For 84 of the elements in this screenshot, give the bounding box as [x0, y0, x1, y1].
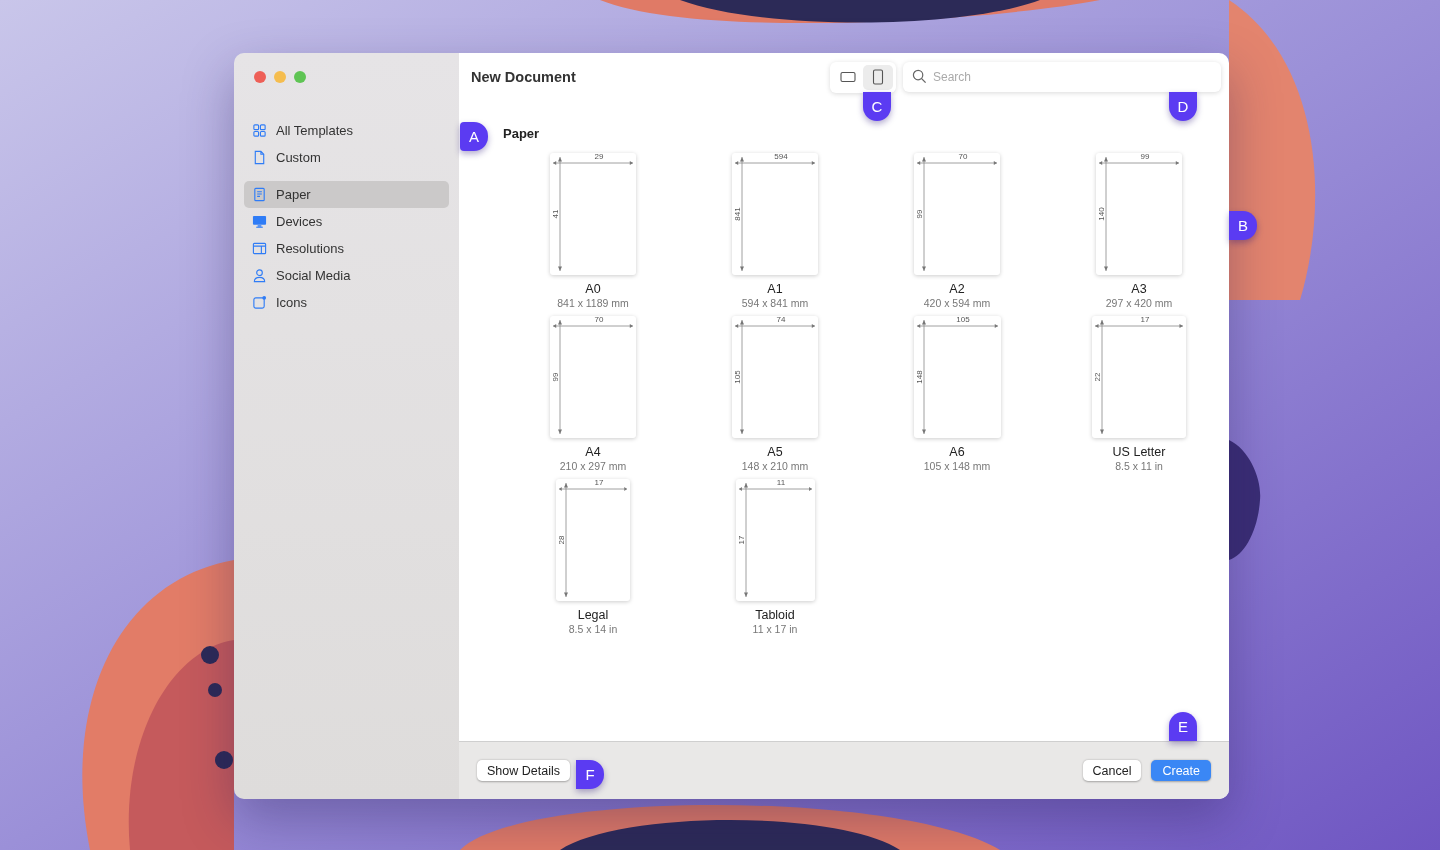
template-size: 8.5 x 14 in — [568, 623, 618, 635]
template-name: A2 — [949, 282, 965, 296]
callout-badge: D — [1169, 92, 1197, 121]
search-field[interactable]: Search — [903, 62, 1221, 92]
page-icon — [252, 187, 267, 202]
paper-thumbnail[interactable]: 74 105 — [732, 316, 818, 438]
template-size: 105 x 148 mm — [923, 460, 991, 472]
paper-thumbnail[interactable]: 70 99 — [550, 316, 636, 438]
template-size: 11 x 17 in — [752, 623, 798, 635]
sidebar-item[interactable]: Paper — [244, 181, 449, 208]
cancel-button[interactable]: Cancel — [1082, 760, 1142, 781]
paper-thumbnail[interactable]: 11 17 — [735, 479, 815, 601]
sidebar-item[interactable]: Custom — [244, 144, 449, 171]
person-icon — [252, 268, 267, 283]
template-name: A4 — [585, 445, 601, 459]
width-label: 29 — [593, 153, 605, 161]
paper-thumbnail[interactable]: 29 41 — [550, 153, 636, 275]
template-size: 841 x 1189 mm — [557, 297, 629, 309]
search-icon — [912, 69, 927, 84]
width-label: 594 — [773, 153, 789, 161]
paper-thumbnail[interactable]: 105 148 — [913, 316, 1001, 438]
monitor-icon — [252, 214, 267, 229]
height-label: 99 — [552, 371, 560, 384]
template-size: 8.5 x 11 in — [1115, 460, 1163, 472]
height-label: 22 — [1094, 371, 1102, 384]
close-button[interactable] — [254, 71, 266, 83]
template-name: A1 — [767, 282, 783, 296]
height-label: 41 — [552, 208, 560, 221]
width-label: 70 — [957, 153, 969, 161]
document-icon — [252, 150, 267, 165]
paper-thumbnail[interactable]: 17 28 — [556, 479, 630, 601]
callout-badge: E — [1169, 712, 1197, 741]
sidebar-item[interactable]: Icons — [244, 289, 449, 316]
paper-thumbnail[interactable]: 594 841 — [732, 153, 818, 275]
sidebar-item[interactable]: Social Media — [244, 262, 449, 289]
section-title: Paper — [503, 126, 541, 141]
width-label: 17 — [1139, 316, 1151, 324]
width-label: 99 — [1139, 153, 1151, 161]
height-label: 140 — [1098, 206, 1106, 223]
template-name: Tabloid — [755, 608, 795, 622]
height-label: 17 — [737, 534, 746, 547]
template-size: 420 x 594 mm — [923, 297, 991, 309]
template-name: US Letter — [1112, 445, 1166, 459]
template-name: A0 — [585, 282, 601, 296]
grid-icon — [252, 123, 267, 138]
template-size: 594 x 841 mm — [741, 297, 809, 309]
width-label: 11 — [775, 479, 787, 487]
template-size: 210 x 297 mm — [559, 460, 627, 472]
sidebar-item[interactable]: Devices — [244, 208, 449, 235]
height-label: 105 — [734, 369, 742, 386]
template-size: 297 x 420 mm — [1105, 297, 1173, 309]
template-name: A5 — [767, 445, 783, 459]
height-label: 99 — [916, 208, 924, 221]
width-label: 74 — [775, 316, 787, 324]
template-name: A6 — [949, 445, 965, 459]
callout-badge: B — [1229, 211, 1257, 240]
callout-badge: A — [460, 122, 488, 151]
template-size: 148 x 210 mm — [741, 460, 809, 472]
paper-thumbnail[interactable]: 70 99 — [914, 153, 1000, 275]
callout-badge: F — [576, 760, 604, 789]
create-button[interactable]: Create — [1151, 760, 1211, 781]
callout-badge: C — [863, 92, 891, 121]
portrait-icon — [872, 69, 884, 85]
width-label: 17 — [593, 479, 605, 487]
show-details-button[interactable]: Show Details — [477, 760, 570, 781]
paper-thumbnail[interactable]: 99 140 — [1096, 153, 1182, 275]
zoom-button[interactable] — [294, 71, 306, 83]
height-label: 841 — [734, 206, 742, 223]
landscape-icon — [840, 71, 856, 83]
width-arrow — [559, 486, 627, 492]
layout-icon — [252, 241, 267, 256]
portrait-button[interactable] — [863, 64, 893, 90]
sidebar-item[interactable]: Resolutions — [244, 235, 449, 262]
width-label: 105 — [955, 316, 971, 324]
window-title: New Document — [471, 69, 577, 85]
square-icon — [252, 295, 267, 310]
height-label: 28 — [558, 534, 566, 547]
height-label: 148 — [915, 369, 924, 386]
minimize-button[interactable] — [274, 71, 286, 83]
paper-thumbnail[interactable]: 17 22 — [1092, 316, 1186, 438]
template-name: Legal — [577, 608, 609, 622]
width-label: 70 — [593, 316, 605, 324]
sidebar-item[interactable]: All Templates — [244, 117, 449, 144]
template-name: A3 — [1131, 282, 1147, 296]
